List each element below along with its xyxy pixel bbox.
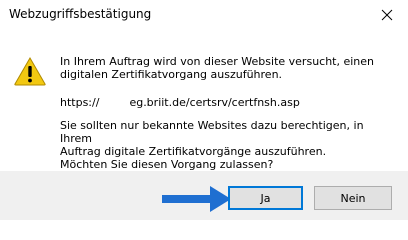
dialog-title: Webzugriffsbestätigung <box>9 7 152 21</box>
arrow-right-icon <box>162 186 231 212</box>
no-button[interactable]: Nein <box>314 186 392 210</box>
message-line: digitalen Zertifikatvorgang auszuführen. <box>60 68 283 81</box>
message-paragraph: In Ihrem Auftrag wird von dieser Website… <box>60 55 396 81</box>
message-line: Möchten Sie diesen Vorgang zulassen? <box>60 158 274 171</box>
message-line: Sie sollten nur bekannte Websites dazu b… <box>60 119 364 145</box>
message-paragraph: Sie sollten nur bekannte Websites dazu b… <box>60 119 396 171</box>
yes-button[interactable]: Ja <box>228 186 303 210</box>
website-url: https:// eg.briit.de/certsrv/certfnsh.asp <box>60 96 396 109</box>
warning-icon <box>14 57 46 86</box>
confirmation-dialog: Webzugriffsbestätigung In Ihrem Auftrag … <box>0 0 408 220</box>
message-line: Auftrag digitale Zertifikatvorgänge ausz… <box>60 145 327 158</box>
url-prefix: https:// <box>60 96 100 109</box>
close-button[interactable] <box>372 2 402 28</box>
url-rest: eg.briit.de/certsrv/certfnsh.asp <box>129 96 300 109</box>
message-line: In Ihrem Auftrag wird von dieser Website… <box>60 55 375 68</box>
close-icon <box>381 9 393 21</box>
